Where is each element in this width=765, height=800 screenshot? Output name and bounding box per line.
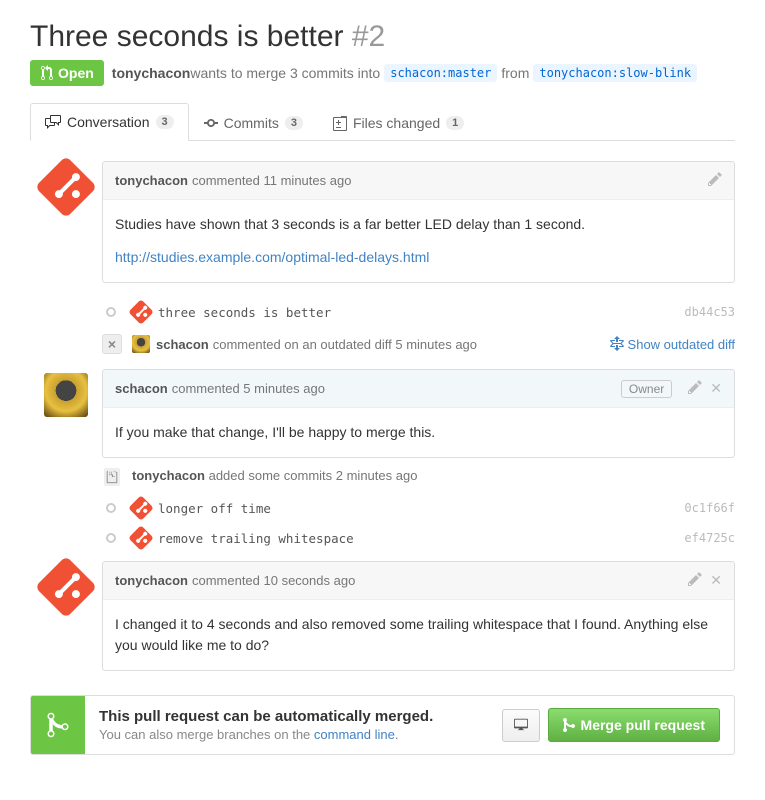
tab-files[interactable]: Files changed 1 [318, 103, 479, 141]
tab-files-count: 1 [446, 116, 464, 130]
tab-commits-label: Commits [224, 115, 279, 131]
show-outdated-label: Show outdated diff [628, 337, 735, 352]
merge-title: This pull request can be automatically m… [99, 708, 474, 725]
tab-commits[interactable]: Commits 3 [189, 103, 318, 141]
edit-icon[interactable] [688, 379, 702, 398]
git-icon [128, 525, 153, 550]
delete-icon[interactable]: ✕ [710, 380, 722, 397]
desktop-button[interactable] [502, 709, 540, 742]
base-branch[interactable]: schacon:master [384, 64, 497, 82]
comment-2: schacon commented 5 minutes ago Owner ✕ … [102, 369, 735, 458]
comment-3-body: I changed it to 4 seconds and also remov… [115, 614, 722, 656]
git-merge-icon [46, 711, 70, 739]
merge-text-1: wants to merge 3 commits into [190, 65, 380, 81]
comment-3: tonychacon commented 10 seconds ago ✕ I … [102, 561, 735, 671]
file-diff-icon [333, 115, 347, 131]
comment-3-meta: commented 10 seconds ago [192, 573, 355, 588]
git-pull-request-icon [40, 65, 54, 81]
merge-status: This pull request can be automatically m… [30, 695, 735, 755]
close-icon: × [102, 334, 122, 354]
state-badge: Open [30, 60, 104, 86]
git-icon [128, 299, 153, 324]
pr-title-text: Three seconds is better [30, 20, 344, 53]
edit-icon[interactable] [688, 571, 702, 590]
state-label: Open [58, 65, 94, 81]
merge-button[interactable]: Merge pull request [548, 708, 720, 742]
tab-files-label: Files changed [353, 115, 440, 131]
comment-2-meta: commented 5 minutes ago [172, 381, 325, 396]
comment-1-body: Studies have shown that 3 seconds is a f… [115, 214, 722, 235]
commit-3-sha[interactable]: ef4725c [684, 531, 735, 545]
comment-discussion-icon [45, 114, 61, 130]
outdated-author[interactable]: schacon [156, 337, 209, 352]
merge-button-label: Merge pull request [581, 717, 705, 733]
commit-2-sha[interactable]: 0c1f66f [684, 501, 735, 515]
push-author[interactable]: tonychacon [132, 468, 205, 483]
commit-1-sha[interactable]: db44c53 [684, 305, 735, 319]
avatar-tonychacon[interactable] [35, 556, 97, 618]
outdated-meta: commented on an outdated diff 5 minutes … [213, 337, 477, 352]
commit-3-msg[interactable]: remove trailing whitespace [158, 531, 354, 546]
tab-conversation-label: Conversation [67, 114, 150, 130]
pr-tabs: Conversation 3 Commits 3 Files changed 1 [30, 102, 735, 141]
pr-author[interactable]: tonychacon [112, 65, 191, 81]
comment-2-author[interactable]: schacon [115, 381, 168, 396]
git-merge-icon [563, 717, 575, 733]
repo-push-icon [104, 468, 120, 486]
show-outdated-link[interactable]: Show outdated diff [610, 336, 735, 352]
commit-dot-icon [106, 533, 116, 543]
git-commit-icon [204, 115, 218, 131]
comment-1: tonychacon commented 11 minutes ago Stud… [102, 161, 735, 283]
comment-2-body: If you make that change, I'll be happy t… [115, 422, 722, 443]
merge-sub-prefix: You can also merge branches on the [99, 727, 314, 742]
push-meta: added some commits 2 minutes ago [209, 468, 418, 483]
comment-1-link[interactable]: http://studies.example.com/optimal-led-d… [115, 249, 429, 265]
tab-conversation-count: 3 [156, 115, 174, 129]
commit-dot-icon [106, 307, 116, 317]
avatar-schacon[interactable] [44, 373, 88, 417]
merge-sub-suffix: . [395, 727, 399, 742]
avatar-tonychacon[interactable] [35, 156, 97, 218]
unfold-icon [610, 336, 624, 352]
comment-3-author[interactable]: tonychacon [115, 573, 188, 588]
owner-badge: Owner [621, 380, 672, 398]
commit-2-msg[interactable]: longer off time [158, 501, 271, 516]
tab-commits-count: 3 [285, 116, 303, 130]
delete-icon[interactable]: ✕ [710, 572, 722, 589]
comment-1-meta: commented 11 minutes ago [192, 173, 351, 188]
merge-icon-box [31, 696, 85, 754]
pr-number: #2 [352, 20, 385, 53]
comment-1-author[interactable]: tonychacon [115, 173, 188, 188]
tab-conversation[interactable]: Conversation 3 [30, 103, 189, 141]
head-branch[interactable]: tonychacon:slow-blink [533, 64, 697, 82]
commit-1-msg[interactable]: three seconds is better [158, 305, 331, 320]
pr-title: Three seconds is better #2 [30, 20, 735, 54]
merge-text-2: from [501, 65, 529, 81]
git-icon [128, 495, 153, 520]
desktop-icon [513, 717, 529, 731]
command-line-link[interactable]: command line [314, 727, 395, 742]
commit-dot-icon [106, 503, 116, 513]
edit-icon[interactable] [708, 171, 722, 190]
avatar-schacon-small[interactable] [132, 335, 150, 353]
